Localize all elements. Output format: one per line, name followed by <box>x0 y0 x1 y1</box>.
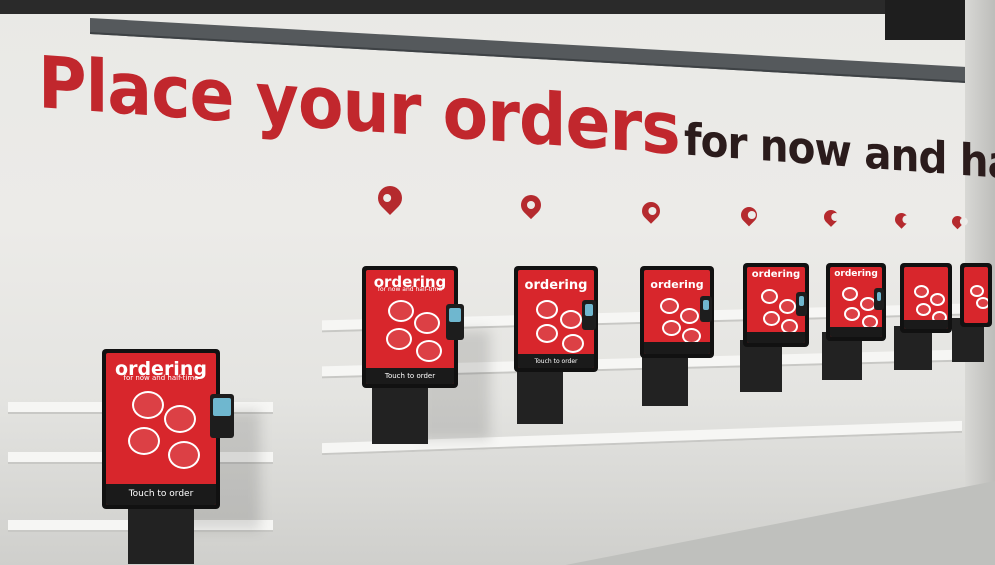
screen-subtitle: for now and half-time <box>123 374 199 383</box>
menu-icon <box>388 300 414 322</box>
menu-icon <box>662 320 681 336</box>
location-pin-icon <box>892 210 911 229</box>
card-terminal[interactable] <box>874 288 884 310</box>
screen-title: ordering <box>524 277 588 293</box>
menu-icon <box>536 324 558 343</box>
menu-icon <box>844 307 860 321</box>
menu-icon <box>416 340 442 362</box>
screen-title: ordering <box>834 269 878 280</box>
menu-icon <box>164 405 196 433</box>
menu-icon <box>914 285 929 298</box>
touch-to-order-bar[interactable] <box>904 320 948 329</box>
card-terminal[interactable] <box>446 304 464 340</box>
kiosk-screen[interactable] <box>960 263 992 327</box>
touch-to-order-bar[interactable] <box>747 332 805 343</box>
location-pin-icon <box>638 198 664 224</box>
screen-title: ordering <box>650 278 704 292</box>
menu-icon <box>560 310 582 329</box>
menu-icon <box>128 427 160 455</box>
menu-icon <box>536 300 558 319</box>
menu-icon <box>763 311 780 326</box>
location-pin-icon <box>737 203 761 227</box>
menu-icon <box>680 308 699 324</box>
menu-icon <box>970 285 984 297</box>
menu-icon <box>916 303 931 316</box>
kiosk-pedestal <box>740 340 782 392</box>
card-terminal[interactable] <box>796 292 807 316</box>
screen-subtitle: for now and half-time <box>377 285 443 293</box>
touch-to-order-bar[interactable] <box>644 342 710 354</box>
touch-to-order-bar[interactable]: Touch to order <box>366 368 454 384</box>
touch-to-order-bar[interactable]: Touch to order <box>518 354 594 368</box>
floor <box>540 480 995 565</box>
touch-to-order-bar[interactable]: Touch to order <box>106 483 216 505</box>
location-pin-icon <box>821 207 841 227</box>
menu-icon <box>414 312 440 334</box>
card-terminal[interactable] <box>210 394 234 438</box>
menu-icon <box>660 298 679 314</box>
menu-icon <box>562 334 584 353</box>
kiosk-wall-scene: Place your orders for now and half-time … <box>0 0 995 565</box>
menu-icon <box>842 287 858 301</box>
menu-icon <box>386 328 412 350</box>
kiosk-screen[interactable] <box>900 263 952 333</box>
touch-to-order-bar[interactable] <box>830 327 882 337</box>
ceiling <box>0 0 995 14</box>
location-pin-icon <box>373 181 407 215</box>
kiosk-screen[interactable]: ordering for now and half-time Touch to … <box>102 349 220 509</box>
card-terminal[interactable] <box>700 296 712 322</box>
menu-icon <box>779 299 796 314</box>
menu-icon <box>168 441 200 469</box>
menu-icon <box>930 293 945 306</box>
kiosk-pedestal <box>372 380 428 444</box>
kiosk-pedestal <box>642 350 688 406</box>
location-pin-icon <box>516 190 546 220</box>
location-pin-icon <box>949 213 966 230</box>
headline-dark-text: for now and half-time <box>683 114 995 201</box>
kiosk-screen[interactable]: ordering for now and half-time Touch to … <box>362 266 458 388</box>
screen-title: ordering <box>751 269 801 281</box>
menu-icon <box>761 289 778 304</box>
menu-icon <box>976 297 988 309</box>
menu-icon <box>132 391 164 419</box>
card-terminal[interactable] <box>582 300 596 330</box>
